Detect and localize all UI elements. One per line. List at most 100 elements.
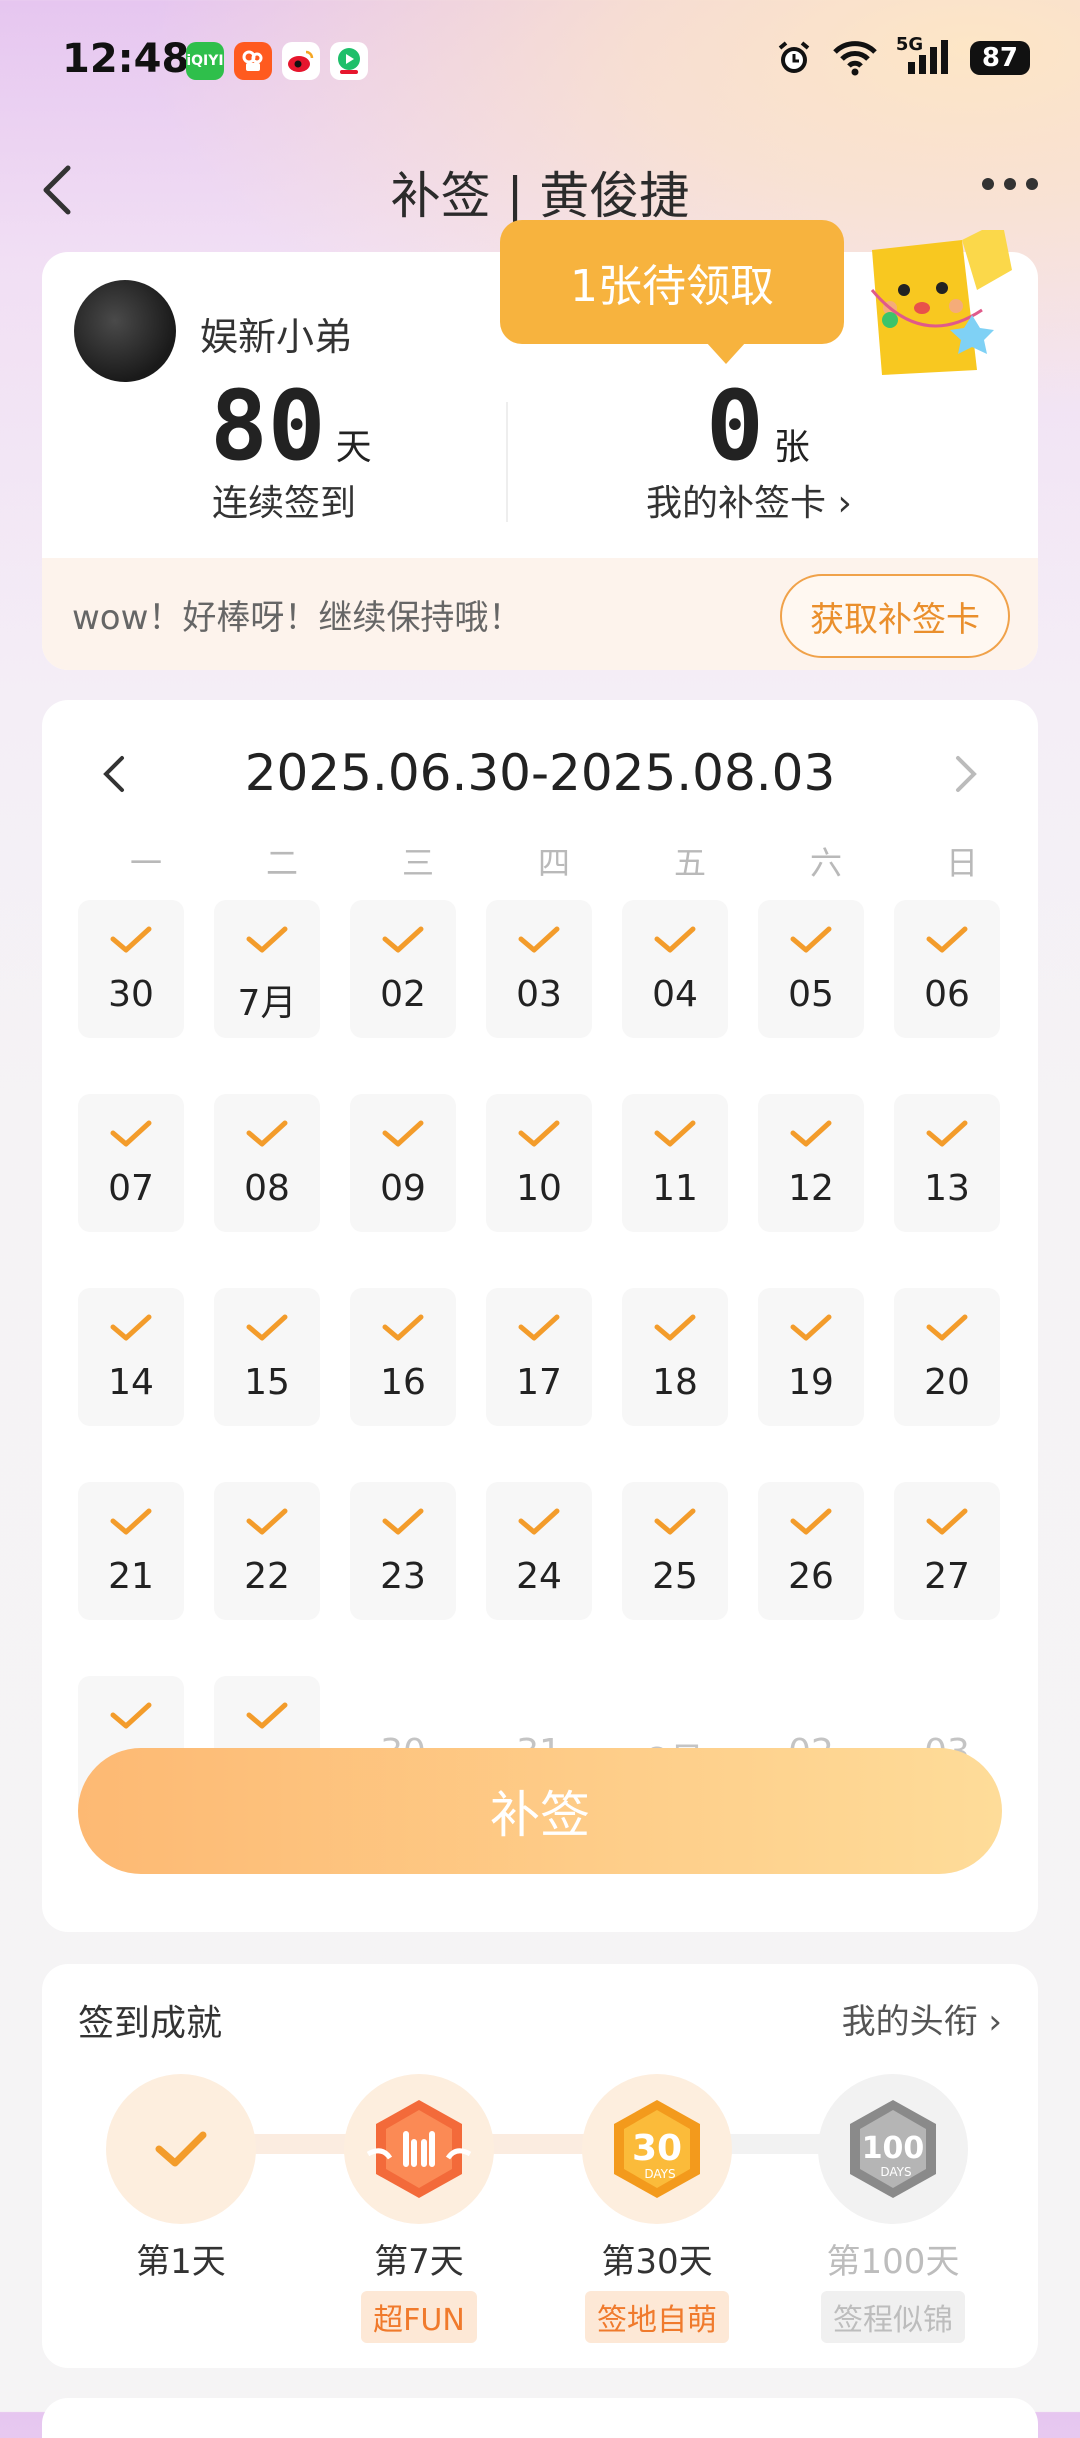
streak-card: 娱新小弟 80 天 连续签到 0张 我的补签卡 › 1张待领取 wow！好棒呀！继… [42,220,1038,670]
calendar-day-signed[interactable]: 09 [350,1094,456,1232]
calendar-day-signed[interactable]: 06 [894,900,1000,1038]
calendar-day-signed[interactable]: 05 [758,900,864,1038]
streak-stat: 80 天 [210,370,372,482]
calendar-day-signed[interactable]: 08 [214,1094,320,1232]
calendar-day-label: 12 [788,1168,834,1209]
calendar-day-label: 26 [788,1556,834,1597]
calendar-day-signed[interactable]: 7月 [214,900,320,1038]
calendar-day-signed[interactable]: 25 [622,1482,728,1620]
calendar-day-signed[interactable]: 26 [758,1482,864,1620]
calendar-day-signed[interactable]: 20 [894,1288,1000,1426]
my-titles-link[interactable]: 我的头衔 › [842,1994,1002,2043]
weekday-label: 三 [401,844,434,882]
pending-claim-tooltip[interactable]: 1张待领取 [500,220,844,364]
calendar-day-label: 04 [652,974,698,1015]
calendar-day-label: 27 [924,1556,970,1597]
checkmark-icon [652,924,698,960]
calendar-day-signed[interactable]: 10 [486,1094,592,1232]
calendar-day-label: 17 [516,1362,562,1403]
calendar-day-signed[interactable]: 13 [894,1094,1000,1232]
calendar-day-signed[interactable]: 12 [758,1094,864,1232]
calendar-grid: 30 7月 02 03 04 05 06 07 08 09 10 11 12 13 14 15 16 17 18 19… [78,900,1002,1814]
calendar-day-signed[interactable]: 15 [214,1288,320,1426]
checkmark-icon [244,1312,290,1348]
achievement-day-100[interactable]: 100 DAYS 第100天 签程似锦 [818,2074,968,2343]
weekday-label: 四 [537,844,570,882]
checkmark-icon [244,1700,290,1736]
calendar-day-signed[interactable]: 02 [350,900,456,1038]
nav-header: 补签 | 黄俊捷 [0,150,1080,230]
achievements-title: 签到成就 [78,2003,223,2044]
achievement-day-1[interactable]: 第1天 [106,2074,256,2283]
100-days-badge-icon: 100 DAYS [850,2100,936,2198]
checkmark-icon [924,1312,970,1348]
weekday-label: 五 [673,844,706,882]
get-makeup-card-button[interactable]: 获取补签卡 [780,574,1010,658]
calendar-day-label: 25 [652,1556,698,1597]
checkmark-icon [380,924,426,960]
checkmark-icon [924,924,970,960]
next-period-button[interactable] [948,752,984,800]
calendar-day-signed[interactable]: 30 [78,900,184,1038]
checkmark-icon [788,1118,834,1154]
encouragement-text: wow！好棒呀！继续保持哦！ [72,598,523,638]
mascot-icon [870,230,1012,375]
calendar-day-signed[interactable]: 07 [78,1094,184,1232]
calendar-day-label: 7月 [237,983,297,1024]
calendar-day-label: 03 [516,974,562,1015]
achievement-label: 第7天 [374,2242,464,2282]
calendar-day-signed[interactable]: 18 [622,1288,728,1426]
achievement-label: 第30天 [601,2242,713,2282]
weekday-label: 二 [265,844,298,882]
svg-text:100: 100 [862,2131,925,2166]
my-makeup-cards-link[interactable]: 我的补签卡 › [646,474,852,526]
avatar[interactable] [74,280,176,382]
username: 娱新小弟 [200,315,353,359]
svg-text:DAYS: DAYS [644,2167,675,2181]
achievement-day-7[interactable]: 第7天 超FUN [344,2074,494,2343]
calendar-day-label: 23 [380,1556,426,1597]
calendar-day-signed[interactable]: 22 [214,1482,320,1620]
checkmark-icon [108,924,154,960]
calendar-day-signed[interactable]: 27 [894,1482,1000,1620]
kuaishou-icon [234,42,272,80]
calendar-day-signed[interactable]: 04 [622,900,728,1038]
weekday-label: 日 [945,844,978,882]
calendar-day-signed[interactable]: 14 [78,1288,184,1426]
checkmark-icon [380,1118,426,1154]
svg-text:DAYS: DAYS [880,2165,911,2179]
makeup-sign-button[interactable]: 补签 [78,1748,1002,1874]
streak-value: 80 [210,370,326,482]
calendar-day-signed[interactable]: 11 [622,1094,728,1232]
more-options-button[interactable] [982,178,1038,190]
checkmark-icon [652,1118,698,1154]
calendar-day-signed[interactable]: 03 [486,900,592,1038]
cellular-signal-icon: 5G [896,34,952,78]
calendar-day-label: 02 [380,974,426,1015]
calendar-day-signed[interactable]: 24 [486,1482,592,1620]
calendar-day-signed[interactable]: 17 [486,1288,592,1426]
checkmark-icon [516,1506,562,1542]
achievement-day-30[interactable]: 30 DAYS 第30天 签地自萌 [582,2074,732,2343]
makeup-card-stat[interactable]: 0张 [706,370,810,482]
calendar-day-label: 05 [788,974,834,1015]
achievement-tag: 超FUN [361,2291,477,2343]
calendar-day-label: 13 [924,1168,970,1209]
dot-icon [1004,178,1016,190]
calendar-day-label: 30 [108,974,154,1015]
calendar-day-signed[interactable]: 19 [758,1288,864,1426]
calendar-day-signed[interactable]: 16 [350,1288,456,1426]
calendar-day-label: 21 [108,1556,154,1597]
checkmark-icon [108,1118,154,1154]
checkmark-icon [516,924,562,960]
iqiyi-icon: iQIYI [186,42,224,80]
calendar-day-signed[interactable]: 23 [350,1482,456,1620]
status-time: 12:48 [62,36,190,82]
makeup-card-count: 0 [706,370,764,482]
svg-text:30: 30 [632,2128,682,2169]
checkmark-icon [108,1700,154,1736]
checkmark-icon [244,924,290,960]
calendar-day-signed[interactable]: 21 [78,1482,184,1620]
achievement-medal [344,2074,494,2224]
achievement-medal: 30 DAYS [582,2074,732,2224]
